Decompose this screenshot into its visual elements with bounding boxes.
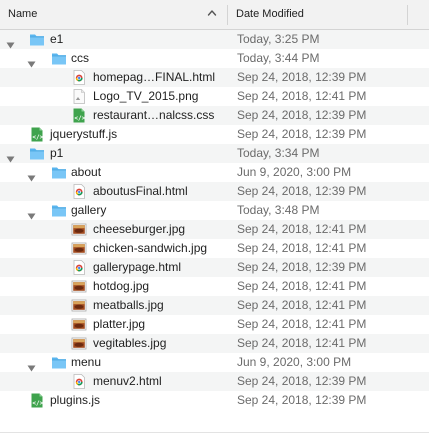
disclosure-triangle-icon[interactable] [27, 359, 36, 372]
file-row[interactable]: platter.jpg Sep 24, 2018, 12:41 PM [0, 315, 429, 334]
folder-row[interactable]: p1 Today, 3:34 PM [0, 144, 429, 163]
file-row[interactable]: aboutusFinal.html Sep 24, 2018, 12:39 PM [0, 182, 429, 201]
file-list: e1 Today, 3:25 PM ccs Today, 3:44 PM homepag… [0, 30, 429, 410]
item-name: gallerypage.html [93, 260, 182, 274]
jpg-image-file-icon [71, 279, 87, 294]
file-row[interactable]: </> jquerystuff.js Sep 24, 2018, 12:39 PM [0, 125, 429, 144]
svg-text:</>: </> [32, 400, 43, 407]
item-name: gallery [71, 203, 107, 217]
code-file-icon: </> [71, 108, 87, 123]
item-name: about [71, 165, 102, 179]
column-divider[interactable] [227, 5, 228, 25]
file-row[interactable]: vegitables.jpg Sep 24, 2018, 12:41 PM [0, 334, 429, 353]
date-modified: Jun 9, 2020, 3:00 PM [237, 165, 352, 179]
date-modified: Sep 24, 2018, 12:41 PM [237, 89, 367, 103]
item-name: aboutusFinal.html [93, 184, 188, 198]
date-modified: Sep 24, 2018, 12:39 PM [237, 70, 367, 84]
chrome-html-file-icon [71, 70, 87, 85]
file-row[interactable]: gallerypage.html Sep 24, 2018, 12:39 PM [0, 258, 429, 277]
jpg-image-file-icon [71, 317, 87, 332]
folder-icon [51, 355, 67, 370]
folder-row[interactable]: e1 Today, 3:25 PM [0, 30, 429, 49]
item-name: hotdog.jpg [93, 279, 150, 293]
folder-icon [51, 51, 67, 66]
date-modified: Sep 24, 2018, 12:39 PM [237, 127, 367, 141]
item-name: menu [71, 355, 102, 369]
file-row[interactable]: menuv2.html Sep 24, 2018, 12:39 PM [0, 372, 429, 391]
jpg-image-file-icon [71, 222, 87, 237]
item-name: restaurant…nalcss.css [93, 108, 215, 122]
folder-icon [51, 165, 67, 180]
png-image-file-icon [71, 89, 87, 104]
item-name: plugins.js [50, 393, 101, 407]
disclosure-triangle-icon[interactable] [27, 169, 36, 182]
item-name: jquerystuff.js [50, 127, 118, 141]
file-row[interactable]: Logo_TV_2015.png Sep 24, 2018, 12:41 PM [0, 87, 429, 106]
date-modified: Today, 3:48 PM [237, 203, 320, 217]
folder-icon [29, 146, 45, 161]
svg-text:</>: </> [74, 115, 85, 122]
chrome-html-file-icon [71, 184, 87, 199]
date-modified: Sep 24, 2018, 12:41 PM [237, 241, 367, 255]
item-name: menuv2.html [93, 374, 162, 388]
file-row[interactable]: chicken-sandwich.jpg Sep 24, 2018, 12:41 … [0, 239, 429, 258]
item-name: e1 [50, 32, 64, 46]
code-file-icon: </> [29, 127, 45, 142]
item-name: chicken-sandwich.jpg [93, 241, 208, 255]
date-modified: Sep 24, 2018, 12:39 PM [237, 393, 367, 407]
svg-text:</>: </> [32, 134, 43, 141]
jpg-image-file-icon [71, 298, 87, 313]
chrome-html-file-icon [71, 260, 87, 275]
date-modified: Today, 3:25 PM [237, 32, 320, 46]
disclosure-triangle-icon[interactable] [6, 150, 15, 163]
jpg-image-file-icon [71, 336, 87, 351]
date-modified: Sep 24, 2018, 12:41 PM [237, 222, 367, 236]
column-header-bar: Name Date Modified [0, 0, 429, 30]
folder-icon [29, 32, 45, 47]
jpg-image-file-icon [71, 241, 87, 256]
date-modified-column-header[interactable]: Date Modified [236, 8, 304, 20]
folder-row[interactable]: ccs Today, 3:44 PM [0, 49, 429, 68]
file-row[interactable]: meatballs.jpg Sep 24, 2018, 12:41 PM [0, 296, 429, 315]
disclosure-triangle-icon[interactable] [27, 55, 36, 68]
file-row[interactable]: hotdog.jpg Sep 24, 2018, 12:41 PM [0, 277, 429, 296]
item-name: homepag…FINAL.html [93, 70, 216, 84]
date-modified: Sep 24, 2018, 12:41 PM [237, 279, 367, 293]
date-modified: Jun 9, 2020, 3:00 PM [237, 355, 352, 369]
folder-icon [51, 203, 67, 218]
folder-row[interactable]: about Jun 9, 2020, 3:00 PM [0, 163, 429, 182]
name-column-header[interactable]: Name [8, 8, 37, 20]
date-modified: Sep 24, 2018, 12:39 PM [237, 374, 367, 388]
item-name: meatballs.jpg [93, 298, 164, 312]
date-modified: Sep 24, 2018, 12:39 PM [237, 260, 367, 274]
chrome-html-file-icon [71, 374, 87, 389]
column-divider[interactable] [407, 5, 408, 25]
item-name: vegitables.jpg [93, 336, 167, 350]
date-modified: Sep 24, 2018, 12:39 PM [237, 108, 367, 122]
item-name: ccs [71, 51, 89, 65]
date-modified: Sep 24, 2018, 12:41 PM [237, 336, 367, 350]
folder-row[interactable]: gallery Today, 3:48 PM [0, 201, 429, 220]
date-modified: Today, 3:34 PM [237, 146, 320, 160]
item-name: cheeseburger.jpg [93, 222, 186, 236]
item-name: platter.jpg [93, 317, 146, 331]
date-modified: Sep 24, 2018, 12:41 PM [237, 298, 367, 312]
item-name: p1 [50, 146, 64, 160]
disclosure-triangle-icon[interactable] [27, 207, 36, 220]
sort-ascending-icon[interactable] [207, 7, 217, 19]
file-row[interactable]: </> restaurant…nalcss.css Sep 24, 2018, 12… [0, 106, 429, 125]
file-row[interactable]: homepag…FINAL.html Sep 24, 2018, 12:39 PM [0, 68, 429, 87]
list-bottom-divider [0, 432, 429, 433]
item-name: Logo_TV_2015.png [93, 89, 199, 103]
date-modified: Sep 24, 2018, 12:41 PM [237, 317, 367, 331]
disclosure-triangle-icon[interactable] [6, 36, 15, 49]
file-row[interactable]: cheeseburger.jpg Sep 24, 2018, 12:41 PM [0, 220, 429, 239]
date-modified: Today, 3:44 PM [237, 51, 320, 65]
code-file-icon: </> [29, 393, 45, 408]
date-modified: Sep 24, 2018, 12:39 PM [237, 184, 367, 198]
file-row[interactable]: </> plugins.js Sep 24, 2018, 12:39 PM [0, 391, 429, 410]
folder-row[interactable]: menu Jun 9, 2020, 3:00 PM [0, 353, 429, 372]
